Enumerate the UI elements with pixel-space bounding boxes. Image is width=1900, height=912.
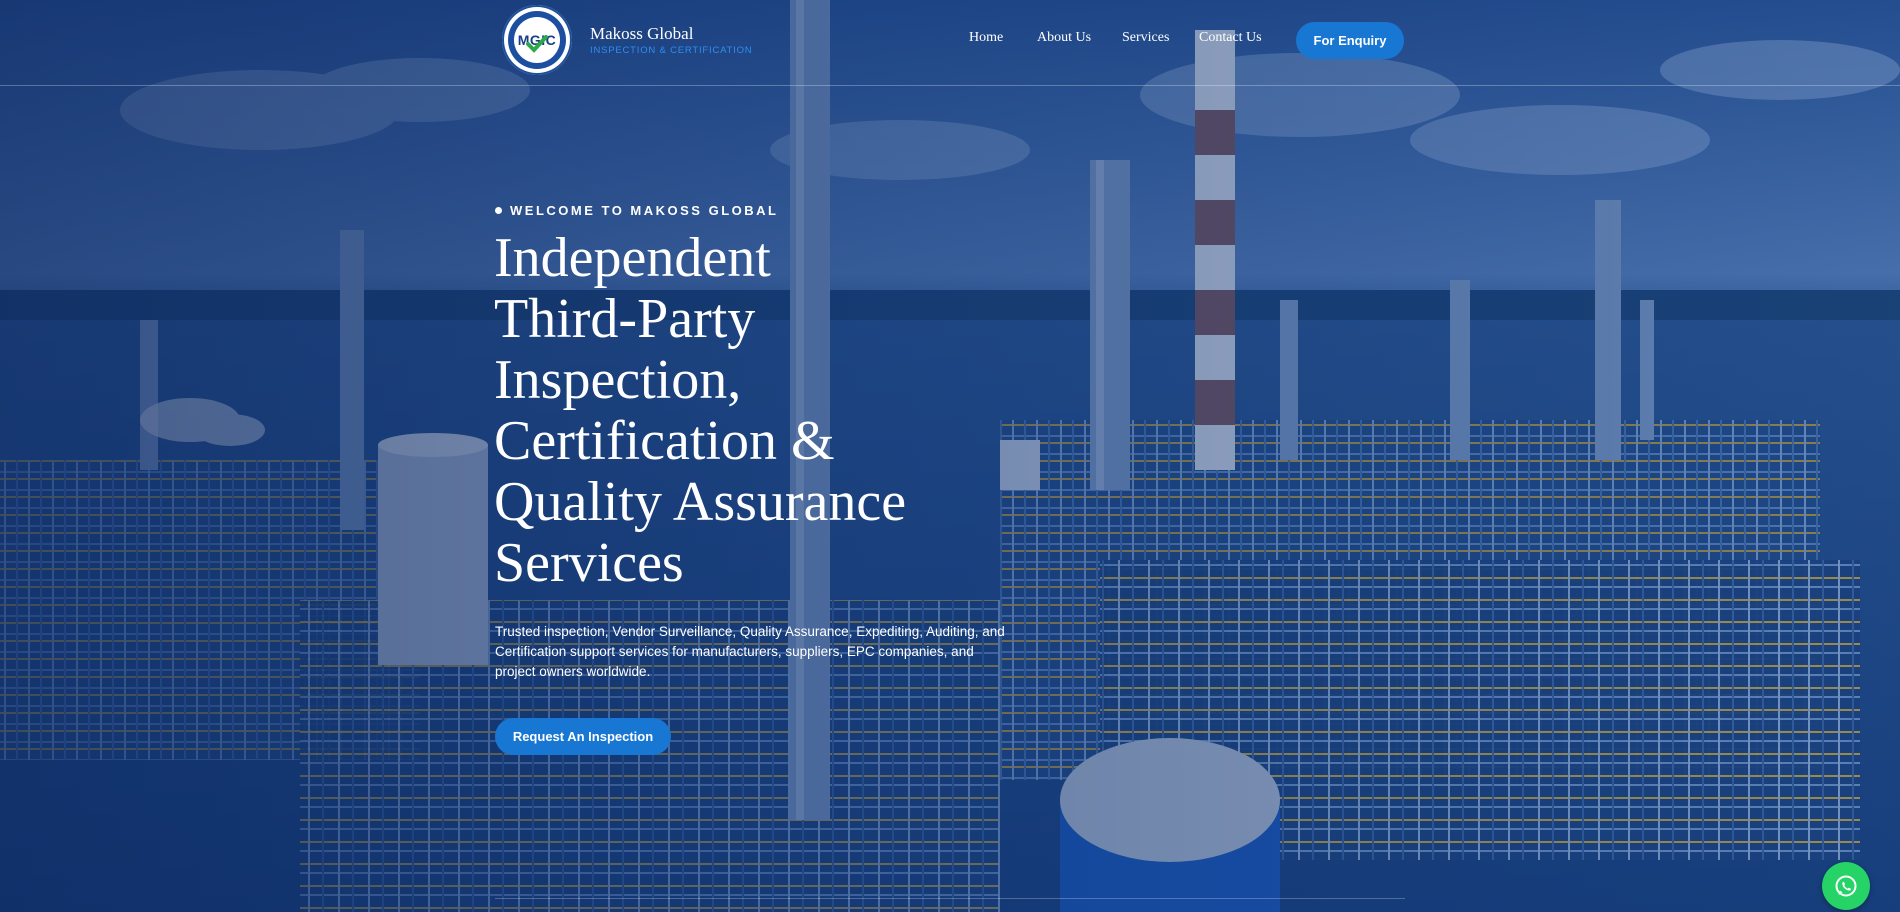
whatsapp-icon [1835,875,1857,897]
hero-title-line: Quality Assurance [494,471,907,533]
site-header: MGIC Makoss Global INSPECTION & CERTIFIC… [0,0,1900,86]
hero-eyebrow-text: WELCOME TO MAKOSS GLOBAL [510,203,779,218]
hero-divider [495,898,1405,899]
request-inspection-button[interactable]: Request An Inspection [495,718,671,755]
hero-title-line: Inspection, [494,349,742,411]
hero-title-line: Third-Party [494,288,756,350]
hero-title: Independent Third-Party Inspection, Cert… [494,228,1054,594]
hero-eyebrow: WELCOME TO MAKOSS GLOBAL [495,203,778,218]
for-enquiry-button[interactable]: For Enquiry [1296,22,1404,59]
hero-title-line: Services [494,532,684,594]
nav-home[interactable]: Home [969,30,1003,46]
nav-services[interactable]: Services [1122,30,1169,46]
nav-contact-us[interactable]: Contact Us [1199,30,1262,46]
main-navigation: Home About Us Services Contact Us [0,30,1900,50]
nav-about-us[interactable]: About Us [1037,30,1091,46]
whatsapp-button[interactable] [1822,862,1870,910]
hero-title-line: Independent [494,227,771,289]
hero-description: Trusted inspection, Vendor Surveillance,… [495,624,1005,679]
hero-title-line: Certification & [494,410,835,472]
bullet-dot-icon [495,207,502,214]
